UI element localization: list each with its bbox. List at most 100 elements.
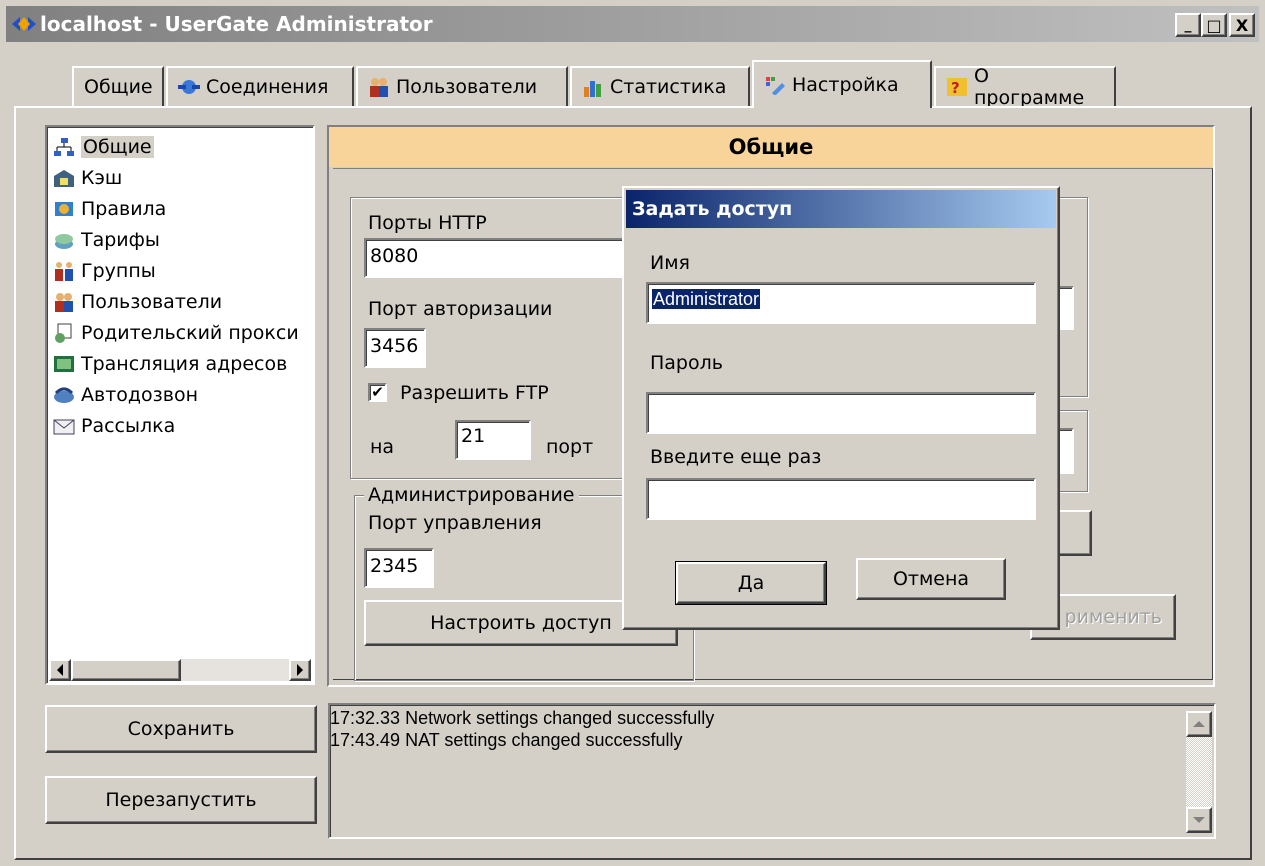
- tree-item-label: Группы: [81, 259, 156, 282]
- proxy-icon: [53, 323, 75, 343]
- tree-item-groups[interactable]: Группы: [53, 255, 313, 286]
- tree-item-nat[interactable]: Трансляция адресов: [53, 348, 313, 379]
- connection-icon: [178, 77, 200, 97]
- dialog-password-input[interactable]: [646, 392, 1036, 434]
- scroll-thumb[interactable]: [71, 659, 181, 681]
- http-ports-input[interactable]: 8080: [364, 238, 634, 278]
- users-icon: [368, 77, 390, 97]
- mail-icon: [53, 416, 75, 436]
- tree-hscrollbar[interactable]: [49, 659, 311, 681]
- auth-port-label: Порт авторизации: [368, 298, 553, 320]
- ftp-port-input[interactable]: 21: [455, 420, 531, 460]
- tariff-icon: [53, 230, 75, 250]
- tree-item-label: Родительский прокси: [81, 321, 299, 344]
- scroll-left-button[interactable]: [49, 659, 71, 681]
- save-label: Сохранить: [127, 718, 235, 740]
- mgmt-port-value: 2345: [370, 555, 419, 577]
- on-label: на: [370, 436, 395, 458]
- tab-general[interactable]: Общие: [72, 66, 164, 106]
- tab-statistics[interactable]: Статистика: [570, 66, 750, 106]
- rules-icon: [53, 199, 75, 219]
- help-icon: ?: [946, 77, 968, 97]
- auth-port-input[interactable]: 3456: [364, 328, 426, 368]
- dialog-password-label: Пароль: [650, 352, 723, 374]
- tree-items: Общие Кэш Правила Тарифы Группы Пользова…: [53, 131, 313, 441]
- ftp-port-value: 21: [461, 425, 486, 447]
- arrow-down-icon: [1193, 817, 1205, 823]
- close-icon: X: [1235, 15, 1249, 35]
- tree-item-label: Кэш: [81, 166, 123, 189]
- window-title: localhost - UserGate Administrator: [40, 12, 433, 36]
- tab-label: Статистика: [610, 76, 727, 98]
- arrow-left-icon: [57, 664, 63, 676]
- tree-item-label: Общие: [81, 135, 154, 158]
- allow-ftp-label: Разрешить FTP: [400, 382, 549, 404]
- stats-icon: [582, 77, 604, 97]
- dialer-icon: [53, 385, 75, 405]
- tab-about[interactable]: ? О программе: [934, 65, 1116, 109]
- tree-item-label: Пользователи: [81, 290, 223, 313]
- dialog-title-bar[interactable]: Задать доступ: [626, 190, 1056, 228]
- tab-label: О программе: [974, 65, 1085, 109]
- restart-button[interactable]: Перезапустить: [45, 776, 317, 824]
- http-ports-value: 8080: [370, 245, 419, 267]
- save-button[interactable]: Сохранить: [45, 705, 317, 753]
- panel-header-title: Общие: [728, 135, 814, 159]
- tree-item-label: Правила: [81, 197, 167, 220]
- dialog-name-input[interactable]: Administrator: [646, 282, 1036, 324]
- dialog-repeat-input[interactable]: [646, 478, 1036, 520]
- tree-item-mailing[interactable]: Рассылка: [53, 410, 313, 441]
- close-button[interactable]: X: [1229, 13, 1255, 37]
- arrow-up-icon: [1193, 721, 1205, 727]
- tab-users[interactable]: Пользователи: [356, 66, 568, 106]
- tree-item-general[interactable]: Общие: [53, 131, 313, 162]
- tab-settings[interactable]: Настройка: [752, 60, 932, 108]
- tree-item-autodial[interactable]: Автодозвон: [53, 379, 313, 410]
- maximize-icon: □: [1206, 15, 1222, 35]
- groups-icon: [53, 261, 75, 281]
- tree-item-cache[interactable]: Кэш: [53, 162, 313, 193]
- set-access-dialog: Задать доступ Имя Administrator Пароль В…: [622, 186, 1060, 630]
- port-label: порт: [546, 436, 594, 458]
- tree-item-users[interactable]: Пользователи: [53, 286, 313, 317]
- auth-port-value: 3456: [370, 335, 419, 357]
- scroll-right-button[interactable]: [289, 659, 311, 681]
- dialog-ok-button[interactable]: Да: [675, 561, 827, 605]
- dialog-title: Задать доступ: [632, 198, 793, 220]
- dialog-ok-label: Да: [737, 572, 765, 594]
- network-icon: [53, 137, 75, 157]
- maximize-button[interactable]: □: [1201, 13, 1227, 37]
- scroll-up-button[interactable]: [1186, 711, 1212, 737]
- log-vscrollbar[interactable]: [1186, 711, 1212, 833]
- dialog-cancel-label: Отмена: [892, 568, 970, 590]
- dialog-repeat-label: Введите еще раз: [650, 446, 822, 468]
- mgmt-port-input[interactable]: 2345: [364, 548, 434, 588]
- mgmt-port-label: Порт управления: [368, 512, 542, 534]
- minimize-button[interactable]: _: [1175, 13, 1201, 37]
- allow-ftp-checkbox[interactable]: ✔: [368, 383, 387, 402]
- scroll-down-button[interactable]: [1186, 807, 1212, 833]
- tree-item-tariffs[interactable]: Тарифы: [53, 224, 313, 255]
- dialog-name-value: Administrator: [652, 289, 761, 309]
- settings-icon: [764, 75, 786, 96]
- svg-text:?: ?: [951, 79, 960, 97]
- tree-item-rules[interactable]: Правила: [53, 193, 313, 224]
- restart-label: Перезапустить: [105, 789, 257, 811]
- tab-label: Настройка: [792, 74, 899, 96]
- users-icon: [53, 292, 75, 312]
- window-title-bar[interactable]: localhost - UserGate Administrator _ □ X: [6, 6, 1259, 42]
- tree-item-parent-proxy[interactable]: Родительский прокси: [53, 317, 313, 348]
- tab-label: Соединения: [206, 76, 329, 98]
- configure-access-label: Настроить доступ: [430, 612, 612, 634]
- dialog-cancel-button[interactable]: Отмена: [856, 558, 1006, 600]
- tab-label: Общие: [84, 76, 153, 98]
- settings-tree[interactable]: Общие Кэш Правила Тарифы Группы Пользова…: [45, 125, 315, 685]
- log-area[interactable]: 17:32.33 Network settings changed succes…: [328, 703, 1216, 839]
- log-line: 17:32.33 Network settings changed succes…: [330, 708, 715, 728]
- tab-connections[interactable]: Соединения: [166, 66, 354, 106]
- tree-item-label: Рассылка: [81, 414, 176, 437]
- tree-item-label: Трансляция адресов: [81, 352, 288, 375]
- app-icon: [12, 15, 36, 33]
- log-line: 17:43.49 NAT settings changed successful…: [330, 730, 683, 750]
- panel-header: Общие: [329, 127, 1213, 167]
